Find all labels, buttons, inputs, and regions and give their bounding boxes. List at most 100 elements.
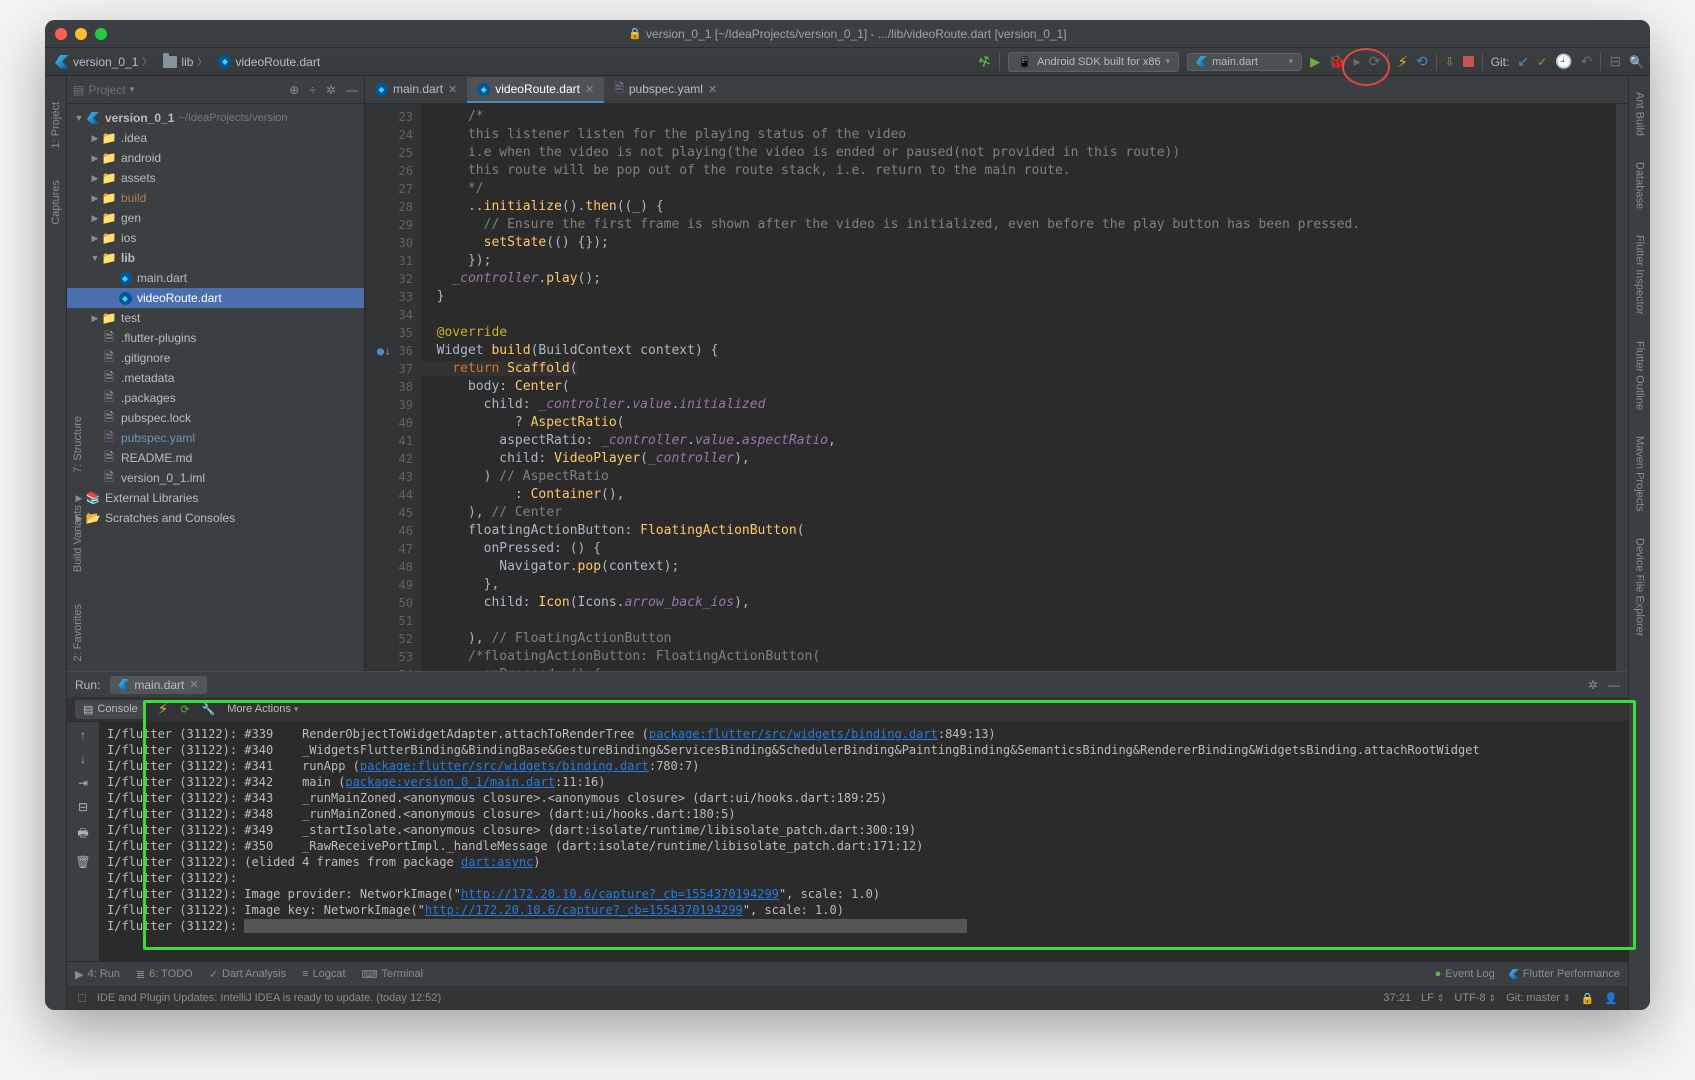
git-commit-button[interactable]: ✓ bbox=[1537, 55, 1547, 69]
git-revert-button[interactable]: ↶ bbox=[1581, 53, 1593, 70]
favorites-tool-tab[interactable]: 2: Favorites bbox=[72, 598, 84, 667]
project-tool-tab[interactable]: 1: Project bbox=[50, 96, 62, 154]
ide-settings-icon[interactable]: ⊟ bbox=[1609, 53, 1621, 70]
tree-item-lock[interactable]: 🗎pubspec.lock bbox=[67, 408, 364, 428]
run-button[interactable]: ▶ bbox=[1310, 54, 1320, 70]
bottom-tool-tabs: ▶ 4: Run ≣ 6: TODO ✓ Dart Analysis ≡ Log… bbox=[67, 961, 1628, 986]
tree-item-idea[interactable]: ▶📁.idea bbox=[67, 128, 364, 148]
bottom-tab-dart[interactable]: ✓ Dart Analysis bbox=[209, 968, 286, 981]
close-window-button[interactable] bbox=[55, 28, 67, 40]
close-icon[interactable]: ✕ bbox=[585, 83, 594, 96]
tree-item-gitignore[interactable]: 🗎.gitignore bbox=[67, 348, 364, 368]
hot-restart-button[interactable]: ⟲ bbox=[1416, 53, 1428, 70]
project-tree: ▼version_0_1~/IdeaProjects/version ▶📁.id… bbox=[67, 104, 364, 671]
tree-item-main[interactable]: ◆main.dart bbox=[67, 268, 364, 288]
soft-wrap-icon[interactable]: ⇥ bbox=[78, 776, 88, 790]
database-tool-tab[interactable]: Database bbox=[1634, 156, 1646, 215]
run-config-selector[interactable]: main.dart▾ bbox=[1187, 53, 1302, 71]
tree-item-yaml[interactable]: 🗎pubspec.yaml bbox=[67, 428, 364, 448]
maximize-window-button[interactable] bbox=[95, 28, 107, 40]
tree-ext-lib[interactable]: ▶📚External Libraries bbox=[67, 488, 364, 508]
debug-button[interactable]: 🐞 bbox=[1328, 53, 1345, 70]
tree-item-build[interactable]: ▶📁build bbox=[67, 188, 364, 208]
tree-item-plugins[interactable]: 🗎.flutter-plugins bbox=[67, 328, 364, 348]
console-tab[interactable]: ▤ Console bbox=[75, 700, 146, 719]
line-separator[interactable]: LF ⇕ bbox=[1421, 992, 1444, 1004]
tree-item-gen[interactable]: ▶📁gen bbox=[67, 208, 364, 228]
inspections-icon[interactable]: 👤 bbox=[1604, 992, 1618, 1005]
ant-build-tool-tab[interactable]: Ant Build bbox=[1634, 86, 1646, 142]
editor-tab-yaml[interactable]: 🗎pubspec.yaml✕ bbox=[604, 77, 727, 103]
print-icon[interactable]: 🖶 bbox=[77, 824, 88, 845]
editor-tab-video[interactable]: ◆videoRoute.dart✕ bbox=[467, 77, 604, 103]
search-everywhere-button[interactable]: 🔍 bbox=[1629, 55, 1644, 69]
editor-scrollbar[interactable] bbox=[1616, 104, 1628, 671]
tree-scratches[interactable]: ▶📂Scratches and Consoles bbox=[67, 508, 364, 528]
clear-icon[interactable]: 🗑 bbox=[75, 855, 90, 869]
stop-button[interactable] bbox=[1463, 56, 1474, 67]
tree-item-lib[interactable]: ▼📁lib bbox=[67, 248, 364, 268]
rerun-icon[interactable]: ↑ bbox=[80, 728, 86, 742]
git-history-button[interactable]: 🕘 bbox=[1555, 53, 1572, 70]
tree-item-android[interactable]: ▶📁android bbox=[67, 148, 364, 168]
settings-gear-icon[interactable]: ✲ bbox=[326, 83, 336, 97]
bottom-tab-flutter-perf[interactable]: Flutter Performance bbox=[1509, 968, 1620, 980]
tree-root[interactable]: ▼version_0_1~/IdeaProjects/version bbox=[67, 108, 364, 128]
profile-button[interactable]: ⟳ bbox=[1369, 53, 1381, 70]
collapse-all-icon[interactable]: ⊕ bbox=[289, 83, 299, 97]
hot-reload-button[interactable]: ⚡︎ bbox=[1397, 53, 1408, 71]
mem-indicator-icon[interactable]: 🔒 bbox=[1581, 992, 1595, 1005]
tree-item-ios[interactable]: ▶📁ios bbox=[67, 228, 364, 248]
project-view-selector[interactable]: ▤ Project ▾ bbox=[73, 83, 134, 97]
tree-item-readme[interactable]: 🗎README.md bbox=[67, 448, 364, 468]
run-settings-icon[interactable]: ✲ bbox=[1588, 678, 1598, 692]
build-button[interactable]: ⚒ bbox=[977, 52, 994, 71]
breadcrumb-file[interactable]: ◆videoRoute.dart bbox=[214, 53, 324, 71]
bottom-tab-todo[interactable]: ≣ 6: TODO bbox=[136, 968, 193, 981]
restart-icon[interactable]: ⟳ bbox=[180, 703, 189, 716]
tree-item-assets[interactable]: ▶📁assets bbox=[67, 168, 364, 188]
structure-tool-tab[interactable]: 7: Structure bbox=[72, 410, 84, 479]
tree-item-metadata[interactable]: 🗎.metadata bbox=[67, 368, 364, 388]
run-hide-icon[interactable]: — bbox=[1608, 678, 1620, 692]
flutter-inspector-tool-tab[interactable]: Flutter Inspector bbox=[1634, 229, 1646, 320]
code-content[interactable]: /* this listener listen for the playing … bbox=[421, 104, 1616, 671]
tree-item-test[interactable]: ▶📁test bbox=[67, 308, 364, 328]
tree-item-video[interactable]: ◆videoRoute.dart bbox=[67, 288, 364, 308]
file-encoding[interactable]: UTF-8 ⇕ bbox=[1454, 992, 1496, 1004]
open-devtools-icon[interactable]: 🔧 bbox=[202, 703, 216, 716]
bottom-tab-logcat[interactable]: ≡ Logcat bbox=[302, 968, 345, 980]
bottom-tab-terminal[interactable]: ⌨ Terminal bbox=[362, 968, 423, 981]
git-branch[interactable]: Git: master ⇕ bbox=[1506, 992, 1570, 1004]
minimize-window-button[interactable] bbox=[75, 28, 87, 40]
flutter-outline-tool-tab[interactable]: Flutter Outline bbox=[1634, 335, 1646, 416]
tree-item-packages[interactable]: 🗎.packages bbox=[67, 388, 364, 408]
run-tab-main[interactable]: main.dart✕ bbox=[110, 676, 206, 694]
coverage-button[interactable]: ▸ bbox=[1354, 53, 1361, 70]
status-icon[interactable]: ☐ bbox=[77, 992, 87, 1005]
stop-icon[interactable]: ↓ bbox=[80, 752, 86, 766]
maven-tool-tab[interactable]: Maven Projects bbox=[1634, 430, 1646, 518]
device-explorer-tool-tab[interactable]: Device File Explorer bbox=[1634, 532, 1646, 642]
close-icon[interactable]: ✕ bbox=[448, 83, 457, 96]
reload-icon[interactable]: ⚡︎ bbox=[158, 700, 169, 718]
captures-tool-tab[interactable]: Captures bbox=[50, 174, 62, 231]
code-editor[interactable]: 23 24 25 26 27 28 29 30 31 32 33 34 35 ●… bbox=[365, 104, 1628, 671]
tree-item-iml[interactable]: 🗎version_0_1.iml bbox=[67, 468, 364, 488]
breadcrumb-project[interactable]: version_0_1〉 bbox=[51, 53, 155, 71]
breadcrumb-folder[interactable]: lib〉 bbox=[159, 53, 210, 71]
device-selector[interactable]: 📱Android SDK built for x86▾ bbox=[1008, 52, 1179, 72]
hide-panel-icon[interactable]: — bbox=[346, 83, 358, 97]
bottom-tab-event-log[interactable]: ● Event Log bbox=[1435, 968, 1495, 980]
toolbar-right: ⚒ 📱Android SDK built for x86▾ main.dart▾… bbox=[979, 52, 1644, 72]
close-icon[interactable]: ✕ bbox=[708, 83, 717, 96]
bottom-tab-run[interactable]: ▶ 4: Run bbox=[75, 968, 120, 981]
build-variants-tool-tab[interactable]: Build Variants bbox=[72, 499, 84, 578]
git-update-button[interactable]: ↙ bbox=[1517, 53, 1529, 70]
console-output[interactable]: I/flutter (31122): #339 RenderObjectToWi… bbox=[99, 722, 1628, 961]
attach-button[interactable]: ⇩ bbox=[1445, 55, 1455, 69]
more-actions-dropdown[interactable]: More Actions ▾ bbox=[227, 703, 298, 715]
editor-tab-main[interactable]: ◆main.dart✕ bbox=[365, 77, 467, 103]
scroll-to-source-icon[interactable]: ÷ bbox=[309, 83, 316, 97]
scroll-end-icon[interactable]: ⊟ bbox=[78, 800, 88, 814]
